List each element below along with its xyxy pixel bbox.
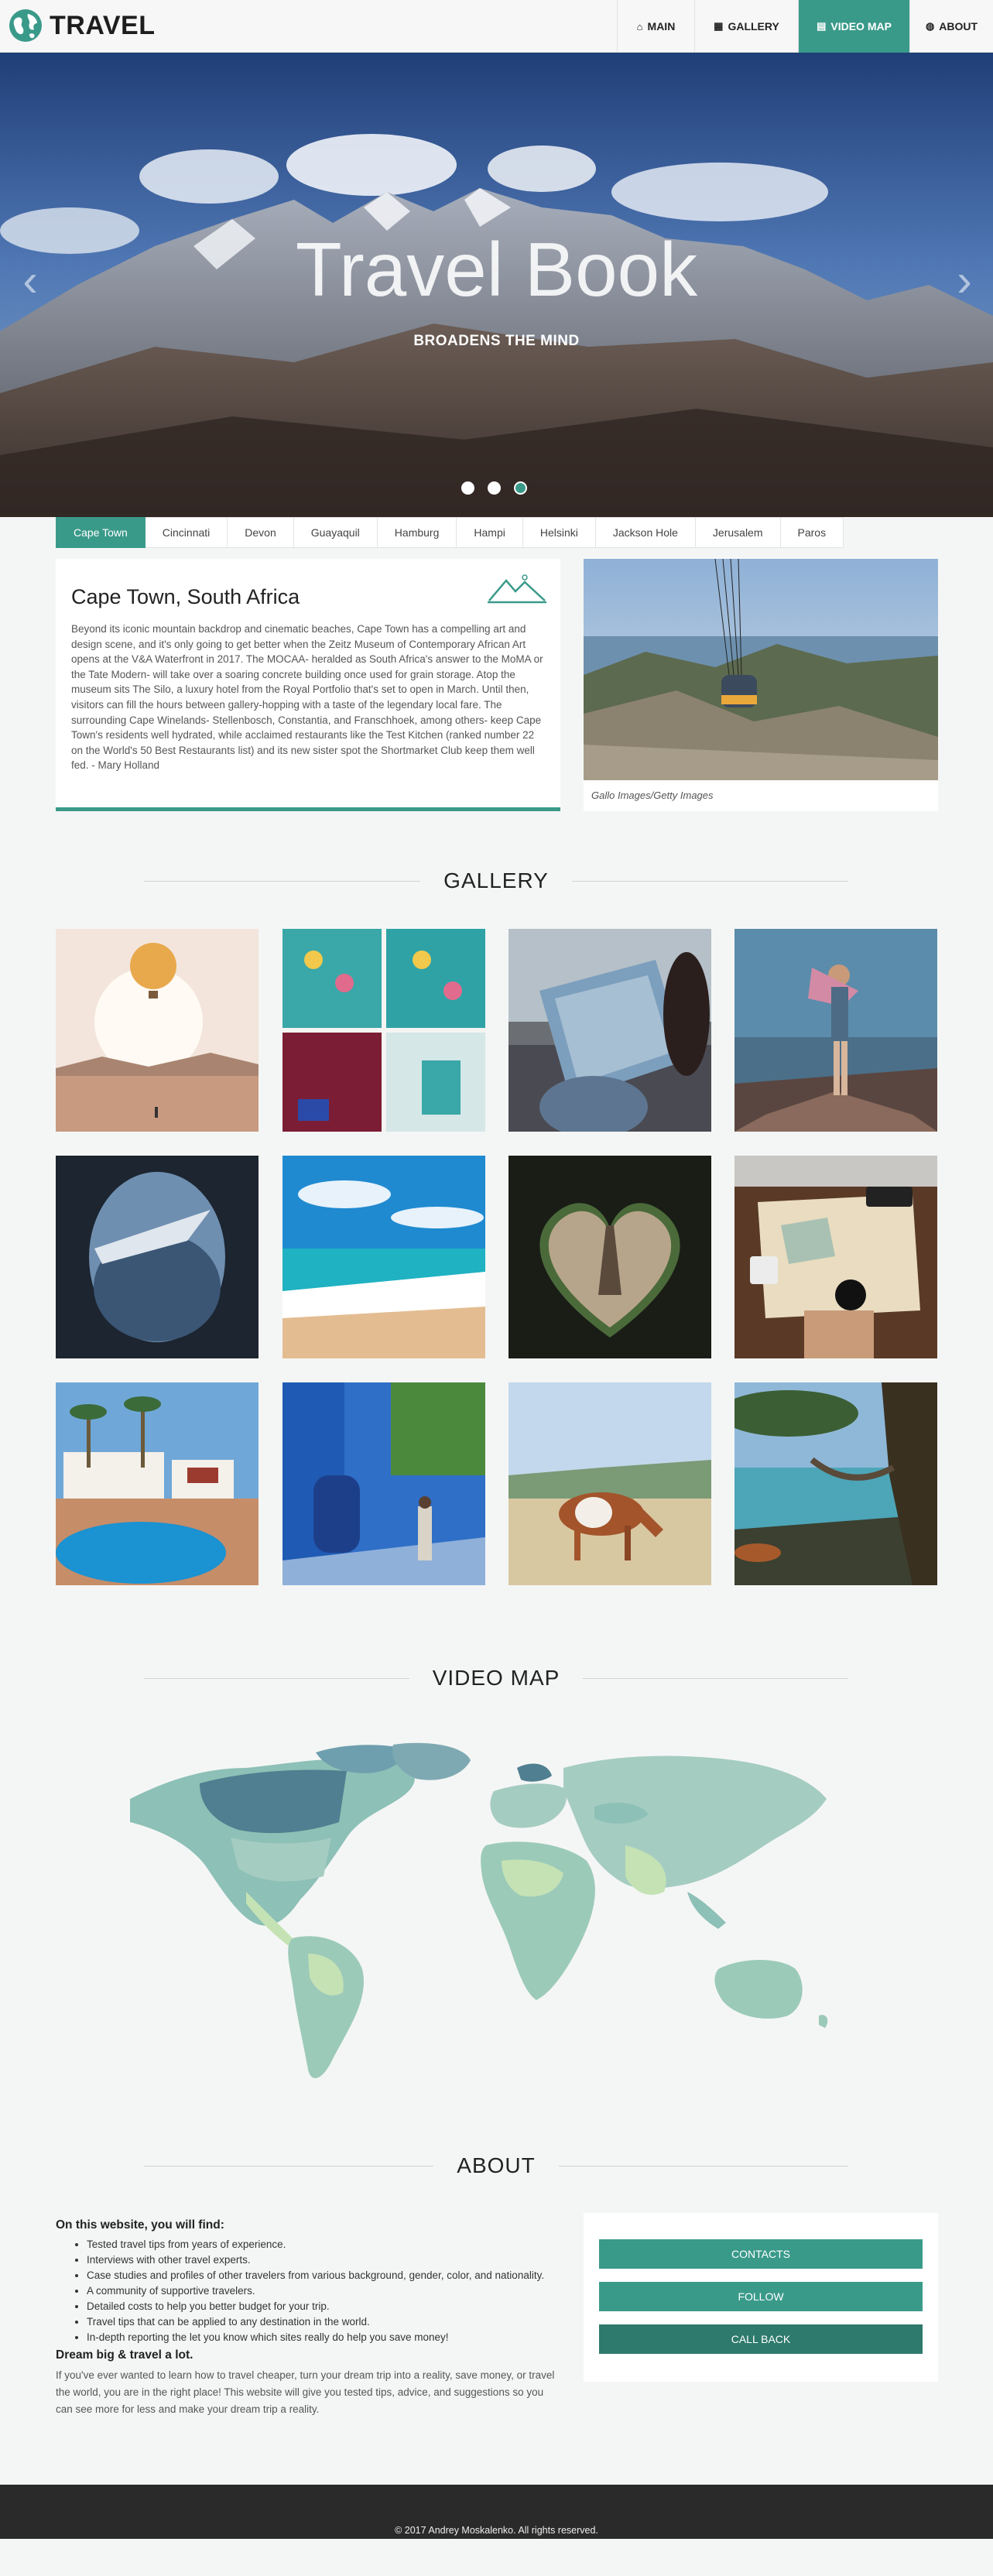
photo-caption: Gallo Images/Getty Images [591, 790, 714, 801]
about-title: ABOUT [457, 2153, 536, 2177]
about-list-item: Travel tips that can be applied to any d… [87, 2314, 560, 2330]
call-back-button[interactable]: CALL BACK [599, 2324, 923, 2354]
city-info-card: Cape Town, South Africa Beyond its iconi… [56, 559, 560, 811]
hero-subtitle: BROADENS THE MIND [413, 333, 580, 349]
mountain-outline-icon [488, 574, 546, 604]
about-text-block: On this website, you will find: Tested t… [56, 2218, 560, 2418]
tab-jerusalem[interactable]: Jerusalem [695, 517, 781, 548]
city-description: Beyond its iconic mountain backdrop and … [71, 623, 543, 772]
map-icon: ▤ [817, 20, 827, 32]
gallery-photo-passports[interactable] [282, 929, 485, 1132]
gallery-photo-horse[interactable] [508, 1382, 711, 1585]
home-icon: ⌂ [636, 20, 643, 33]
cable-car-photo [584, 559, 938, 780]
tab-hamburg[interactable]: Hamburg [377, 517, 457, 548]
world-map[interactable] [130, 1737, 862, 2101]
slider-dot-3[interactable] [514, 481, 527, 495]
nav-video-map-label: VIDEO MAP [830, 20, 892, 33]
gallery-photo-map-in-car[interactable] [508, 929, 711, 1132]
about-list-item: Detailed costs to help you better budget… [87, 2299, 560, 2314]
tab-helsinki[interactable]: Helsinki [522, 517, 596, 548]
about-list-item: Interviews with other travel experts. [87, 2252, 560, 2268]
nav-main-label: MAIN [647, 20, 676, 33]
footer: © 2017 Andrey Moskalenko. All rights res… [0, 2485, 993, 2539]
about-list-item: Case studies and profiles of other trave… [87, 2268, 560, 2283]
video-map-heading: VIDEO MAP [144, 1663, 848, 1694]
tab-guayaquil[interactable]: Guayaquil [293, 517, 378, 548]
tab-cape-town[interactable]: Cape Town [56, 517, 146, 548]
slider-dot-1[interactable] [461, 481, 474, 495]
gallery-photo-girl-on-cliff[interactable] [734, 929, 937, 1132]
gallery-photo-pool-villa[interactable] [56, 1382, 259, 1585]
gallery-heading: GALLERY [144, 865, 849, 896]
gallery-photo-map-table[interactable] [734, 1156, 937, 1358]
about-list-item: Tested travel tips from years of experie… [87, 2237, 560, 2252]
slider-dots [461, 481, 540, 495]
globe-logo-icon [9, 9, 42, 42]
contacts-button[interactable]: CONTACTS [599, 2239, 923, 2269]
about-list: Tested travel tips from years of experie… [87, 2237, 560, 2345]
gallery-title: GALLERY [443, 868, 549, 892]
prev-slide-arrow-icon[interactable]: ‹ [12, 258, 48, 304]
tab-hampi[interactable]: Hampi [457, 517, 523, 548]
logo[interactable]: TRAVEL [8, 8, 155, 43]
nav-main[interactable]: ⌂ MAIN [617, 0, 694, 53]
grid-icon: ▦ [714, 20, 724, 32]
gallery-photo-hammock[interactable] [734, 1382, 937, 1585]
nav-about[interactable]: ◍ ABOUT [909, 0, 993, 53]
nav-gallery-label: GALLERY [728, 20, 779, 33]
about-list-item: In-depth reporting the let you know whic… [87, 2330, 560, 2345]
next-slide-arrow-icon[interactable]: › [947, 258, 982, 304]
nav-video-map[interactable]: ▤ VIDEO MAP [798, 0, 909, 53]
city-tabs: Cape Town Cincinnati Devon Guayaquil Ham… [56, 517, 844, 548]
gallery-photo-heart-eiffel[interactable] [508, 1156, 711, 1358]
about-dream-heading: Dream big & travel a lot. [56, 2348, 193, 2362]
slider-dot-2[interactable] [488, 481, 501, 495]
tab-cincinnati[interactable]: Cincinnati [145, 517, 228, 548]
gallery-photo-blue-street[interactable] [282, 1382, 485, 1585]
top-navbar: TRAVEL ⌂ MAIN ▦ GALLERY ▤ VIDEO MAP ◍ AB… [0, 0, 993, 53]
gallery-photo-beach[interactable] [282, 1156, 485, 1358]
video-map-title: VIDEO MAP [432, 1666, 560, 1690]
tab-devon[interactable]: Devon [228, 517, 294, 548]
city-photo-card: Gallo Images/Getty Images [584, 559, 938, 811]
about-paragraph: If you've ever wanted to learn how to tr… [56, 2369, 555, 2415]
tab-paros[interactable]: Paros [780, 517, 844, 548]
hero-slider: Travel Book BROADENS THE MIND ‹ › [0, 53, 993, 517]
about-list-item: A community of supportive travelers. [87, 2283, 560, 2299]
nav-gallery[interactable]: ▦ GALLERY [694, 0, 798, 53]
gallery-photo-balloon-desert[interactable] [56, 929, 259, 1132]
about-find-heading: On this website, you will find: [56, 2218, 224, 2232]
hero-title: Travel Book [295, 227, 698, 312]
gallery-photo-airplane-window[interactable] [56, 1156, 259, 1358]
nav-about-label: ABOUT [939, 20, 978, 33]
city-title: Cape Town, South Africa [71, 585, 300, 608]
about-heading: ABOUT [144, 2150, 848, 2181]
brand-name: TRAVEL [50, 10, 156, 40]
follow-button[interactable]: FOLLOW [599, 2282, 923, 2311]
copyright-text: © 2017 Andrey Moskalenko. All rights res… [395, 2525, 598, 2536]
globe-icon: ◍ [925, 20, 935, 32]
about-actions-card: CONTACTS FOLLOW CALL BACK [584, 2213, 938, 2382]
tab-jackson-hole[interactable]: Jackson Hole [595, 517, 696, 548]
